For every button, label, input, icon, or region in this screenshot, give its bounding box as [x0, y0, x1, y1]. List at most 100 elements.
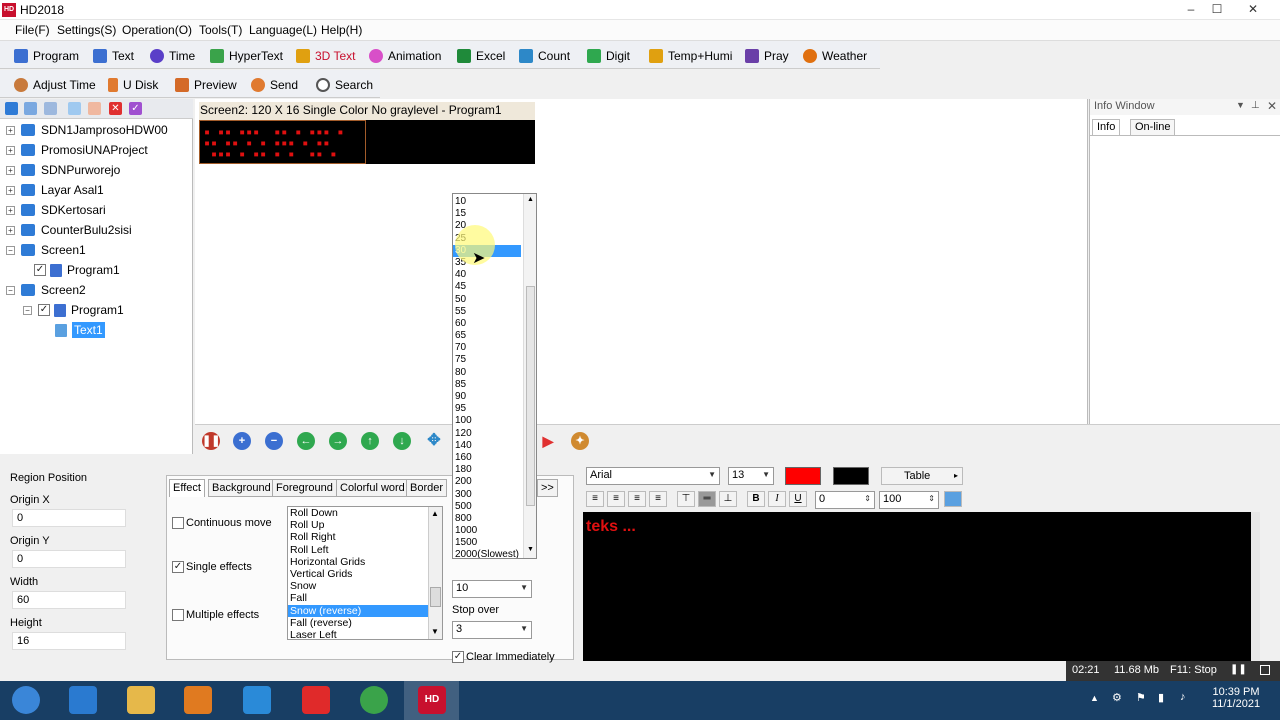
font-select[interactable]: Arial ▼ [586, 467, 720, 485]
send-button[interactable]: Send [251, 76, 298, 94]
zoom-out-icon[interactable]: − [265, 432, 283, 450]
program-checkbox[interactable]: ✓ [34, 264, 46, 276]
search-button[interactable]: Search [316, 76, 373, 94]
list-item[interactable]: Roll Down [288, 507, 442, 519]
expand-icon[interactable]: + [6, 145, 15, 155]
maximize-button[interactable]: ☐ [1204, 0, 1230, 18]
pause-icon[interactable]: ❚❚ [1230, 664, 1247, 675]
arrow-down-icon[interactable]: ↓ [393, 432, 411, 450]
list-item[interactable]: Fall (reverse) [288, 617, 442, 629]
ie-icon[interactable] [69, 686, 97, 714]
list-item[interactable]: Roll Right [288, 531, 442, 543]
check-all-icon[interactable]: ✓ [129, 102, 142, 115]
origin-y-input[interactable]: 0 [12, 550, 126, 568]
list-item-selected[interactable]: Snow (reverse) [288, 604, 442, 617]
volume-icon[interactable]: ♪ [1180, 691, 1186, 703]
align-justify-icon[interactable]: ≡ [649, 491, 667, 507]
expand-icon[interactable]: + [6, 225, 15, 235]
hypertext-button[interactable]: HyperText [210, 47, 283, 65]
screen-capture-icon[interactable] [243, 686, 271, 714]
tab-info[interactable]: Info [1092, 119, 1121, 135]
clear-immediately-checkbox[interactable]: ✓ [452, 651, 464, 663]
effect-list-scrollbar[interactable]: ▲ ▼ [428, 507, 442, 639]
continuous-move-checkbox[interactable] [172, 517, 184, 529]
pin-icon[interactable]: ⊥ [1251, 100, 1260, 111]
list-item[interactable]: Fall [288, 592, 442, 604]
zoom-in-icon[interactable]: + [233, 432, 251, 450]
list-item[interactable]: Roll Up [288, 519, 442, 531]
insert-image-icon[interactable] [944, 491, 962, 507]
valign-middle-icon[interactable]: ═ [698, 491, 716, 507]
signal-icon[interactable]: ▮ [1158, 691, 1164, 704]
list-item[interactable]: Horizontal Grids [288, 556, 442, 568]
download-icon[interactable] [302, 686, 330, 714]
stepper-icon[interactable]: ⇕ [864, 494, 871, 503]
background-color-picker[interactable] [833, 467, 869, 485]
tree-item[interactable]: + CounterBulu2sisi [6, 220, 191, 240]
stop-over-select[interactable]: 3 ▼ [452, 621, 532, 639]
animation-button[interactable]: Animation [369, 47, 441, 65]
start-orb-icon[interactable] [12, 686, 40, 714]
tab-background[interactable]: Background [208, 479, 275, 497]
time-button[interactable]: Time [150, 47, 195, 65]
clock[interactable]: 10:39 PM 11/1/2021 [1211, 686, 1261, 710]
arrow-left-icon[interactable]: ← [297, 432, 315, 450]
move-up-icon[interactable] [68, 102, 81, 115]
menu-help[interactable]: Help(H) [321, 23, 362, 37]
align-right-icon[interactable]: ≡ [628, 491, 646, 507]
tree-item[interactable]: + SDNPurworejo [6, 160, 191, 180]
tree-item[interactable]: + Layar Asal1 [6, 180, 191, 200]
text-button[interactable]: Text [93, 47, 134, 65]
folder-icon[interactable] [127, 686, 155, 714]
chrome-icon[interactable] [360, 686, 388, 714]
scale-input[interactable]: 100 ⇕ [879, 491, 939, 509]
scroll-thumb[interactable] [526, 286, 535, 506]
tree-item[interactable]: + SDKertosari [6, 200, 191, 220]
stepper-icon[interactable]: ⇕ [928, 494, 935, 503]
tree-item-text1[interactable]: Text1 [6, 320, 191, 340]
italic-button[interactable]: I [768, 491, 786, 507]
width-input[interactable]: 60 [12, 591, 126, 609]
program-button[interactable]: Program [14, 47, 79, 65]
network-icon[interactable]: ⚙ [1112, 691, 1122, 704]
led-screen-preview[interactable]: ▪ ▪▪ ▪▪▪ ▪▪ ▪ ▪▪▪ ▪ ▪▪ ▪▪ ▪ ▪ ▪▪▪ ▪ ▪▪ ▪… [199, 120, 535, 164]
multiple-effects-checkbox[interactable] [172, 609, 184, 621]
stop-icon[interactable] [1260, 665, 1270, 675]
valign-bottom-icon[interactable]: ⊥ [719, 491, 737, 507]
dropdown-icon[interactable]: ▼ [1236, 100, 1245, 110]
align-left-icon[interactable]: ≡ [586, 491, 604, 507]
3d-text-button[interactable]: 3D Text [296, 47, 355, 65]
tab-border[interactable]: Border [406, 479, 448, 497]
weather-button[interactable]: Weather [803, 47, 867, 65]
u-disk-button[interactable]: U Disk [108, 76, 158, 94]
tree-item-screen1-program[interactable]: ✓ Program1 [6, 260, 191, 280]
origin-x-input[interactable]: 0 [12, 509, 126, 527]
minimize-button[interactable]: – [1178, 0, 1204, 18]
list-item[interactable]: Vertical Grids [288, 568, 442, 580]
bold-button[interactable]: B [747, 491, 765, 507]
temp-humi-button[interactable]: Temp+Humi [649, 47, 732, 65]
text-region[interactable]: ▪ ▪▪ ▪▪▪ ▪▪ ▪ ▪▪▪ ▪ ▪▪ ▪▪ ▪ ▪ ▪▪▪ ▪ ▪▪ ▪… [199, 120, 366, 164]
tab-foreground[interactable]: Foreground [272, 479, 337, 497]
editor-scrollbar[interactable] [1251, 512, 1260, 661]
mail-icon[interactable] [88, 102, 101, 115]
tab-online[interactable]: On-line [1130, 119, 1176, 135]
arrow-up-icon[interactable]: ↑ [361, 432, 379, 450]
menu-language[interactable]: Language(L) [249, 23, 317, 37]
scroll-down-icon[interactable]: ▼ [527, 546, 534, 553]
underline-button[interactable]: U [789, 491, 807, 507]
font-size-select[interactable]: 13 ▼ [728, 467, 774, 485]
expand-icon[interactable]: + [6, 125, 15, 135]
arrow-right-icon[interactable]: → [329, 432, 347, 450]
tab-effect[interactable]: Effect [169, 479, 205, 497]
menu-settings[interactable]: Settings(S) [57, 23, 116, 37]
expand-icon[interactable]: + [6, 185, 15, 195]
menu-operation[interactable]: Operation(O) [122, 23, 192, 37]
flag-icon[interactable]: ⚑ [1136, 691, 1146, 704]
tree-item-screen1[interactable]: − Screen1 [6, 240, 191, 260]
count-button[interactable]: Count [519, 47, 570, 65]
menu-tools[interactable]: Tools(T) [199, 23, 242, 37]
pause-icon[interactable]: ❚❚ [202, 432, 220, 450]
height-input[interactable]: 16 [12, 632, 126, 650]
program-checkbox[interactable]: ✓ [38, 304, 50, 316]
